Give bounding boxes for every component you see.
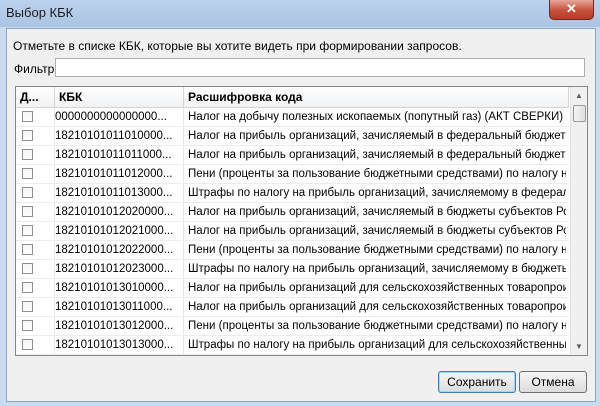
row-checkbox[interactable] (22, 206, 33, 217)
kbk-description-cell: Штрафы по налогу на прибыль организаций … (188, 339, 566, 351)
kbk-code-cell: 18210101013013000... (55, 339, 174, 351)
row-checkbox[interactable] (22, 263, 33, 274)
kbk-description-cell: Пени (проценты за пользование бюджетными… (188, 168, 566, 180)
table-row[interactable]: 18210101012023000... Штрафы по налогу на … (16, 260, 569, 279)
table-row[interactable]: 18210101012021000... Налог на прибыль орг… (16, 222, 569, 241)
column-header-select[interactable]: Д... (16, 87, 55, 107)
table-body: 0000000000000000... Налог на добычу полез… (16, 108, 569, 356)
table-row[interactable]: 18210101014020000... Налог на прибыль орг… (16, 355, 569, 356)
table-row[interactable]: 18210101013012000... Пени (проценты за по… (16, 317, 569, 336)
kbk-code-cell: 18210101011012000... (55, 168, 173, 180)
row-checkbox[interactable] (22, 320, 33, 331)
row-checkbox[interactable] (22, 111, 33, 122)
kbk-code-cell: 18210101012020000... (55, 206, 174, 218)
table-row[interactable]: 18210101013011000... Налог на прибыль орг… (16, 298, 569, 317)
kbk-description-cell: Пени (проценты за пользование бюджетными… (188, 244, 566, 256)
dialog-body: Отметьте в списке КБК, которые вы хотите… (6, 28, 596, 402)
kbk-description-cell: Пени (проценты за пользование бюджетными… (188, 320, 566, 332)
close-button[interactable]: ✕ (549, 0, 594, 20)
table-header: Д... КБК Расшифровка кода (16, 87, 569, 108)
filter-label: Фильтр (14, 62, 55, 76)
kbk-description-cell: Налог на прибыль организаций, зачисляемы… (188, 149, 566, 161)
table-row[interactable]: 18210101011010000... Налог на прибыль орг… (16, 127, 569, 146)
table-row[interactable]: 18210101012020000... Налог на прибыль орг… (16, 203, 569, 222)
row-checkbox[interactable] (22, 282, 33, 293)
row-checkbox[interactable] (22, 225, 33, 236)
kbk-code-cell: 18210101011010000... (55, 130, 173, 142)
kbk-description-cell: Налог на добычу полезных ископаемых (поп… (188, 111, 564, 123)
kbk-code-cell: 18210101012023000... (55, 263, 174, 275)
row-checkbox[interactable] (22, 149, 33, 160)
kbk-code-cell: 18210101013011000... (55, 301, 173, 313)
filter-input[interactable] (55, 58, 585, 77)
row-checkbox[interactable] (22, 339, 33, 350)
save-button[interactable]: Сохранить (438, 371, 516, 393)
kbk-table: Д... КБК Расшифровка кода 00000000000000… (15, 86, 588, 356)
row-checkbox[interactable] (22, 168, 33, 179)
kbk-description-cell: Налог на прибыль организаций для сельско… (188, 282, 566, 294)
kbk-code-cell: 18210101011013000... (55, 187, 173, 199)
kbk-code-cell: 18210101013012000... (55, 320, 174, 332)
row-checkbox[interactable] (22, 187, 33, 198)
instruction-text: Отметьте в списке КБК, которые вы хотите… (13, 39, 462, 53)
vertical-scrollbar[interactable]: ▲ ▼ (570, 87, 587, 355)
window-title: Выбор КБК (6, 5, 74, 20)
table-row[interactable]: 0000000000000000... Налог на добычу полез… (16, 108, 569, 127)
kbk-code-cell: 18210101012022000... (55, 244, 174, 256)
scroll-thumb[interactable] (573, 105, 586, 122)
kbk-code-cell: 18210101011011000... (55, 149, 172, 161)
table-row[interactable]: 18210101013010000... Налог на прибыль орг… (16, 279, 569, 298)
title-bar: Выбор КБК ✕ (0, 0, 600, 27)
close-icon: ✕ (566, 1, 577, 16)
column-header-kbk[interactable]: КБК (55, 87, 184, 107)
kbk-description-cell: Налог на прибыль организаций, зачисляемы… (188, 130, 566, 142)
column-header-description[interactable]: Расшифровка кода (184, 87, 569, 107)
kbk-code-cell: 18210101013010000... (55, 282, 174, 294)
row-checkbox[interactable] (22, 244, 33, 255)
kbk-description-cell: Штрафы по налогу на прибыль организаций,… (188, 263, 566, 275)
scroll-up-icon[interactable]: ▲ (571, 87, 587, 104)
cancel-button[interactable]: Отмена (519, 371, 587, 393)
table-row[interactable]: 18210101013013000... Штрафы по налогу на … (16, 336, 569, 355)
table-row[interactable]: 18210101012022000... Пени (проценты за по… (16, 241, 569, 260)
kbk-description-cell: Штрафы по налогу на прибыль организаций,… (188, 187, 566, 199)
kbk-code-cell: 0000000000000000... (55, 111, 167, 123)
kbk-code-cell: 18210101012021000... (55, 225, 174, 237)
kbk-description-cell: Налог на прибыль организаций, зачисляемы… (188, 225, 566, 237)
kbk-code-cell: 18210101014020000... (55, 355, 178, 356)
table-row[interactable]: 18210101011013000... Штрафы по налогу на … (16, 184, 569, 203)
row-checkbox[interactable] (22, 301, 33, 312)
table-row[interactable]: 18210101011012000... Пени (проценты за по… (16, 165, 569, 184)
table-row[interactable]: 18210101011011000... Налог на прибыль орг… (16, 146, 569, 165)
kbk-description-cell: Налог на прибыль организаций, зачисляемы… (188, 206, 566, 218)
scroll-down-icon[interactable]: ▼ (571, 338, 587, 355)
kbk-description-cell: Налог на прибыль организаций для сельско… (188, 301, 566, 313)
row-checkbox[interactable] (22, 130, 33, 141)
kbk-description-cell: Налог на прибыль организаций для сельско… (188, 355, 566, 356)
